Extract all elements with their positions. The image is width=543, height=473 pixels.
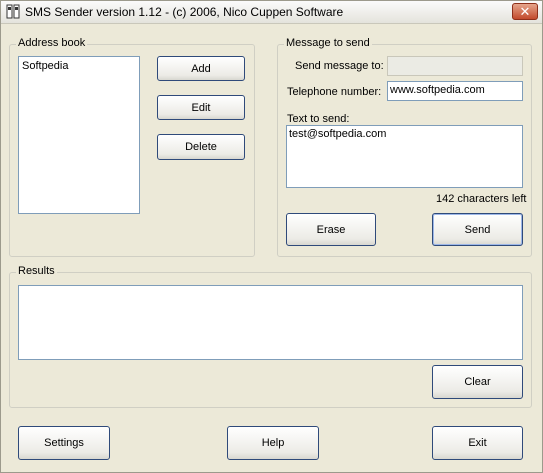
- add-button[interactable]: Add: [157, 56, 245, 81]
- title-bar[interactable]: SMS Sender version 1.12 - (c) 2006, Nico…: [1, 1, 542, 24]
- phone-label: Telephone number:: [287, 86, 382, 98]
- exit-button[interactable]: Exit: [432, 426, 523, 460]
- address-book-list[interactable]: Softpedia: [18, 56, 140, 214]
- app-icon: [6, 4, 20, 19]
- send-to-label: Send message to:: [295, 60, 384, 72]
- add-button-label: Add: [191, 62, 211, 75]
- results-label: Results: [16, 265, 57, 277]
- message-group-label: Message to send: [284, 37, 372, 49]
- edit-button[interactable]: Edit: [157, 95, 245, 120]
- erase-button-label: Erase: [316, 223, 346, 236]
- list-item[interactable]: Softpedia: [22, 60, 68, 72]
- help-button[interactable]: Help: [227, 426, 319, 460]
- close-button[interactable]: ✕: [512, 3, 538, 20]
- phone-value: www.softpedia.com: [390, 84, 485, 96]
- results-field[interactable]: [18, 285, 523, 360]
- app-window: SMS Sender version 1.12 - (c) 2006, Nico…: [0, 0, 543, 473]
- settings-button[interactable]: Settings: [18, 426, 110, 460]
- delete-button-label: Delete: [185, 141, 217, 153]
- chars-left-label: 142 characters left: [436, 193, 527, 205]
- send-button[interactable]: Send: [432, 213, 523, 246]
- delete-button[interactable]: Delete: [157, 134, 245, 160]
- send-to-field: [387, 56, 523, 76]
- phone-field[interactable]: www.softpedia.com: [387, 81, 523, 101]
- clear-button-label: Clear: [464, 376, 491, 388]
- send-button-label: Send: [464, 223, 491, 236]
- settings-button-label: Settings: [44, 437, 84, 449]
- text-to-send-value: test@softpedia.com: [289, 128, 387, 140]
- exit-button-label: Exit: [468, 437, 487, 449]
- erase-button[interactable]: Erase: [286, 213, 376, 246]
- clear-button[interactable]: Clear: [432, 365, 523, 399]
- edit-button-label: Edit: [191, 101, 211, 114]
- close-icon: ✕: [519, 4, 531, 19]
- text-to-send-label: Text to send:: [287, 113, 350, 125]
- text-to-send-field[interactable]: test@softpedia.com: [286, 125, 523, 188]
- window-title: SMS Sender version 1.12 - (c) 2006, Nico…: [25, 5, 344, 19]
- address-book-label: Address book: [16, 37, 88, 49]
- help-button-label: Help: [261, 437, 285, 449]
